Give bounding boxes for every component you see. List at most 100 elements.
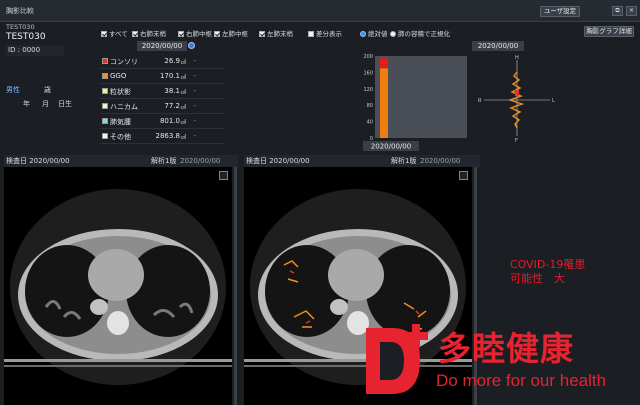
table-line-lower bbox=[4, 365, 232, 367]
close-icon[interactable]: × bbox=[626, 6, 637, 16]
year-unit: 年 bbox=[23, 100, 30, 108]
window-title: 胸影比較 bbox=[6, 7, 34, 15]
brand-name: 多睦健康 bbox=[438, 329, 574, 368]
normalize-volume-label: 肺の容積で正規化 bbox=[398, 30, 450, 38]
restore-icon[interactable]: ⧉ bbox=[612, 6, 623, 16]
filter-left-lower[interactable]: 左肺末梢 bbox=[259, 28, 293, 38]
orientation-graph: H F R L bbox=[472, 54, 562, 158]
day-unit: 日生 bbox=[58, 100, 72, 108]
distribution-peak bbox=[515, 90, 519, 96]
analysis-version: 解析1版 bbox=[151, 157, 177, 165]
patient-age-unit: 歳 bbox=[44, 86, 51, 94]
radio-icon[interactable] bbox=[360, 31, 366, 37]
patient-info: TEST030 TEST030 ID : 0000 男性 歳 年 月 日生 bbox=[6, 23, 98, 108]
aorta bbox=[330, 299, 348, 315]
finding-compare: - bbox=[193, 117, 196, 125]
finding-color-swatch[interactable] bbox=[102, 118, 108, 124]
ct-scan-image-left bbox=[4, 189, 232, 385]
checkbox-icon[interactable] bbox=[214, 31, 220, 37]
orientation-head: H bbox=[515, 55, 519, 61]
finding-label: 肺気腫 bbox=[110, 118, 131, 126]
checkbox-icon[interactable] bbox=[178, 31, 184, 37]
checkbox-icon[interactable] bbox=[308, 31, 314, 37]
finding-row: 粒状影 38.1 ㎤ - bbox=[100, 84, 224, 99]
filter-all[interactable]: すべて bbox=[101, 28, 128, 38]
finding-color-swatch[interactable] bbox=[102, 58, 108, 64]
finding-compare: - bbox=[193, 102, 196, 110]
finding-value: 38.1 bbox=[164, 87, 180, 95]
y-tick-label: 80 bbox=[367, 103, 373, 109]
maximize-viewer-icon[interactable] bbox=[219, 171, 228, 180]
checkbox-icon[interactable] bbox=[101, 31, 107, 37]
ct-viewer-left[interactable] bbox=[4, 167, 232, 405]
finding-color-swatch[interactable] bbox=[102, 103, 108, 109]
finding-row: ハニカム 77.2 ㎤ - bbox=[100, 99, 224, 114]
chart-category-label: 2020/00/00 bbox=[371, 143, 411, 151]
finding-compare: - bbox=[193, 132, 196, 140]
absolute-value-radio[interactable]: 絶対値 bbox=[360, 28, 388, 38]
checkbox-icon[interactable] bbox=[132, 31, 138, 37]
exam-date: 検査日 2020/00/00 bbox=[6, 157, 70, 165]
exam-date: 検査日 2020/00/00 bbox=[246, 157, 310, 165]
filter-right-middle-label: 右肺中枢 bbox=[186, 30, 212, 38]
diff-display-label: 差分表示 bbox=[316, 30, 342, 38]
volume-bar-chart: 0 40 80 120 160 200 2020/00/00 bbox=[360, 42, 470, 152]
radio-icon[interactable] bbox=[390, 31, 396, 37]
watermark-logo: 多睦健康 Do more for our health bbox=[360, 318, 640, 405]
finding-unit: ㎤ bbox=[180, 75, 186, 81]
filter-all-label: すべて bbox=[109, 30, 128, 38]
absolute-value-label: 絶対値 bbox=[368, 30, 388, 38]
y-tick-label: 160 bbox=[363, 70, 373, 76]
y-tick-label: 40 bbox=[367, 120, 373, 126]
diff-display-toggle[interactable]: 差分表示 bbox=[308, 28, 342, 38]
left-lung bbox=[126, 245, 210, 337]
filter-right-lower[interactable]: 右肺末梢 bbox=[132, 28, 166, 38]
aorta bbox=[90, 299, 108, 315]
viewer-scrollbar-left[interactable] bbox=[234, 167, 237, 405]
orientation-foot: F bbox=[515, 138, 518, 144]
viewer-header-left: 検査日 2020/00/00 解析1版 2020/00/00 bbox=[4, 155, 238, 167]
finding-row: その他 2863.8 ㎤ - bbox=[100, 129, 224, 144]
filter-right-lower-label: 右肺末梢 bbox=[140, 30, 166, 38]
normalize-volume-radio[interactable]: 肺の容積で正規化 bbox=[390, 28, 450, 38]
bar-segment bbox=[380, 68, 388, 138]
patient-birthdate: 年 月 日生 bbox=[6, 99, 76, 110]
finding-compare: - bbox=[193, 72, 196, 80]
detail-graph-button[interactable]: 胸影グラフ詳細 bbox=[584, 26, 634, 37]
finding-unit: ㎤ bbox=[180, 105, 186, 111]
maximize-viewer-icon[interactable] bbox=[459, 171, 468, 180]
checkbox-icon[interactable] bbox=[259, 31, 265, 37]
finding-color-swatch[interactable] bbox=[102, 73, 108, 79]
annotation-line-2: 可能性 大 bbox=[510, 272, 565, 285]
finding-color-swatch[interactable] bbox=[102, 133, 108, 139]
graph-date-header: 2020/00/00 bbox=[472, 41, 524, 51]
filter-left-middle[interactable]: 左肺中枢 bbox=[214, 28, 248, 38]
finding-color-swatch[interactable] bbox=[102, 88, 108, 94]
patient-code: TEST030 bbox=[6, 23, 35, 31]
orientation-left: L bbox=[552, 98, 555, 104]
brand-slogan: Do more for our health bbox=[436, 371, 607, 390]
finding-value: 2863.8 bbox=[155, 132, 181, 140]
finding-unit: ㎤ bbox=[180, 90, 186, 96]
orientation-graph-svg: H F R L bbox=[478, 55, 555, 144]
finding-compare: - bbox=[193, 57, 196, 65]
filter-left-lower-label: 左肺末梢 bbox=[267, 30, 293, 38]
bar-segment bbox=[380, 57, 388, 69]
patient-id: ID : 0000 bbox=[6, 45, 64, 56]
date-select-icon[interactable] bbox=[188, 42, 195, 49]
finding-label: 粒状影 bbox=[110, 88, 131, 96]
finding-label: その他 bbox=[110, 133, 131, 141]
month-unit: 月 bbox=[42, 100, 49, 108]
user-settings-button[interactable]: ユーザ設定 bbox=[540, 6, 580, 17]
patient-sex: 男性 bbox=[6, 86, 20, 94]
finding-label: GGO bbox=[110, 72, 127, 80]
analysis-version: 解析1版 bbox=[391, 157, 417, 165]
y-tick-label: 120 bbox=[363, 87, 373, 93]
finding-row: 肺気腫 801.0 ㎤ - bbox=[100, 114, 224, 129]
finding-unit: ㎤ bbox=[180, 120, 186, 126]
analysis-date: 2020/00/00 bbox=[180, 157, 221, 165]
finding-row: GGO 170.1 ㎤ - bbox=[100, 69, 224, 84]
heart bbox=[328, 249, 384, 301]
annotation-line-1: COVID-19罹患 bbox=[510, 258, 586, 271]
filter-right-middle[interactable]: 右肺中枢 bbox=[178, 28, 212, 38]
